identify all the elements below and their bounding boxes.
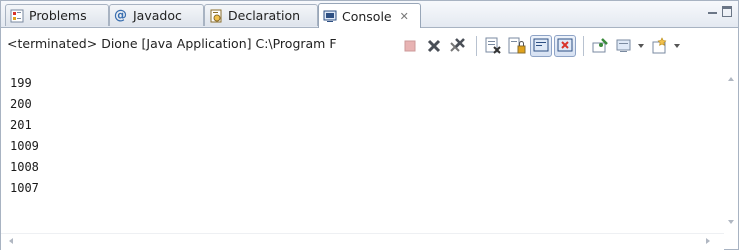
toolbar-separator [476,36,477,56]
console-toolbar: <terminated> Dione [Java Application] C:… [1,28,738,68]
tab-label: Problems [29,8,87,23]
display-selected-console-icon[interactable] [613,35,635,57]
console-line: 1008 [10,160,39,174]
pin-console-icon[interactable] [589,35,611,57]
tab-problems[interactable]: Problems [5,4,109,26]
console-icon [323,9,337,23]
show-on-error-icon[interactable] [554,35,576,57]
tab-console[interactable]: Console ✕ [318,3,421,28]
console-line: 200 [10,97,32,111]
minimize-icon[interactable] [707,6,718,17]
word-wrap-icon[interactable] [530,35,552,57]
tab-label: Javadoc [133,8,182,23]
view-tab-bar: Problems @ Javadoc Declaration Console ✕ [1,1,738,28]
toolbar-actions [399,35,685,57]
chevron-down-icon[interactable] [673,35,681,57]
console-output[interactable]: 199 200 201 1009 1008 1007 [1,69,724,232]
scroll-lock-icon[interactable] [506,35,528,57]
problems-icon [10,9,24,23]
horizontal-scrollbar[interactable] [1,233,724,250]
scroll-up-icon[interactable] [728,77,734,81]
open-console-icon[interactable] [649,35,671,57]
tab-javadoc[interactable]: @ Javadoc [109,4,204,26]
remove-launch-icon[interactable] [423,35,445,57]
scroll-left-icon[interactable] [9,238,13,244]
scroll-down-icon[interactable] [728,220,734,224]
javadoc-icon: @ [114,7,127,23]
maximize-icon[interactable] [722,6,732,17]
window-controls [707,6,732,17]
console-line: 199 [10,76,32,90]
console-line: 1009 [10,139,39,153]
declaration-icon [209,9,223,23]
tab-label: Console [342,8,392,24]
close-icon[interactable]: ✕ [400,10,409,23]
tab-label: Declaration [228,8,301,23]
vertical-scrollbar[interactable] [724,69,738,232]
scroll-right-icon[interactable] [706,238,710,244]
toolbar-separator [583,36,584,56]
console-line: 1007 [10,181,39,195]
terminate-icon[interactable] [399,35,421,57]
chevron-down-icon[interactable] [637,35,645,57]
remove-all-terminated-icon[interactable] [447,35,469,57]
process-status: <terminated> Dione [Java Application] C:… [7,36,337,51]
console-view: Problems @ Javadoc Declaration Console ✕… [0,0,739,250]
tab-declaration[interactable]: Declaration [204,4,318,26]
console-line: 201 [10,118,32,132]
clear-console-icon[interactable] [482,35,504,57]
